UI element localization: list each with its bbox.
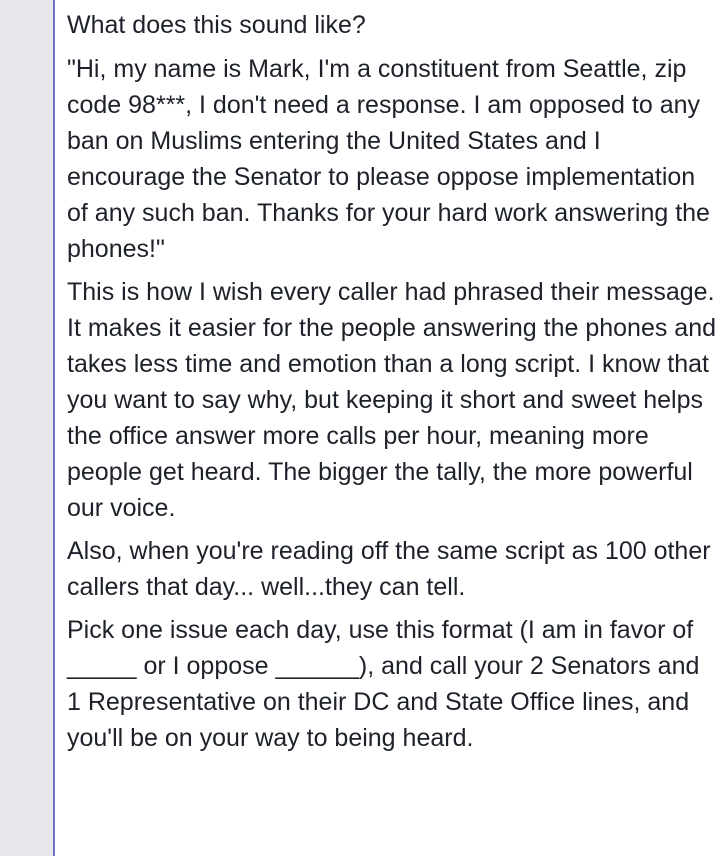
script-warning-paragraph: Also, when you're reading off the same s… — [67, 537, 711, 601]
post-body: What does this sound like? "Hi, my name … — [67, 7, 717, 763]
left-gutter — [0, 0, 53, 856]
intro-line: What does this sound like? — [67, 11, 366, 39]
quoted-message: "Hi, my name is Mark, I'm a constituent … — [67, 55, 710, 263]
call-to-action-paragraph: Pick one issue each day, use this format… — [67, 616, 700, 752]
explanation-paragraph: This is how I wish every caller had phra… — [67, 278, 717, 522]
left-border-rule — [53, 0, 55, 856]
post-page: What does this sound like? "Hi, my name … — [0, 0, 725, 856]
